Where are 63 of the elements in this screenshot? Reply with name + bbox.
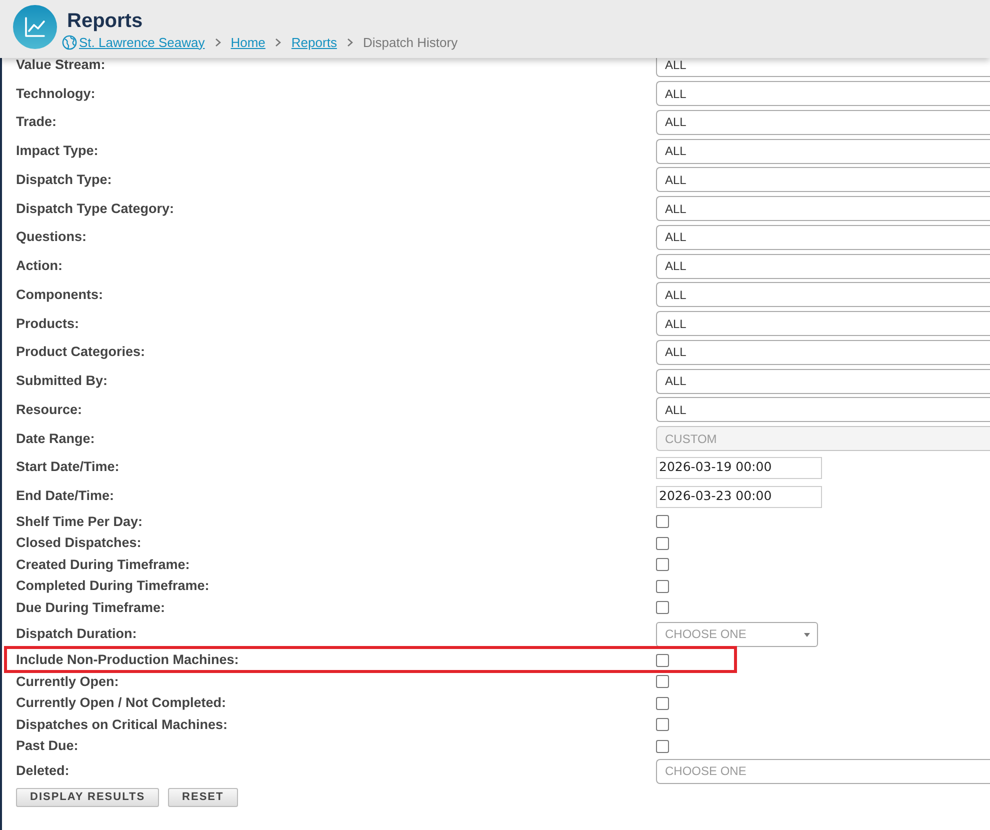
chevron-icon <box>214 38 221 46</box>
select-field[interactable]: ALL <box>656 311 990 336</box>
field-label: Date Range: <box>16 430 95 446</box>
chart-icon <box>13 5 57 49</box>
form-button[interactable]: RESET <box>168 788 238 807</box>
field-label: Dispatch Duration: <box>16 626 137 641</box>
field-label: Past Due: <box>16 738 78 754</box>
select-field[interactable]: ALL <box>656 167 990 192</box>
select-field[interactable]: ALL <box>656 254 990 279</box>
select-field[interactable]: ALL <box>656 110 990 135</box>
globe-icon <box>62 34 77 50</box>
field-label: Shelf Time Per Day: <box>16 514 143 529</box>
field-label: Submitted By: <box>16 373 108 388</box>
checkbox[interactable] <box>656 515 669 528</box>
field-label: Dispatch Type Category: <box>16 200 174 216</box>
form-button[interactable]: DISPLAY RESULTS <box>16 788 160 807</box>
field-label: Due During Timeframe: <box>16 600 166 615</box>
select-field[interactable]: ALL <box>656 397 990 422</box>
date-input[interactable]: 2026-03-23 00:00 <box>656 486 822 508</box>
checkbox[interactable] <box>656 536 669 550</box>
select-field[interactable]: ALL <box>656 340 990 365</box>
field-label: Include Non-Production Machines: <box>16 652 239 668</box>
field-label: Impact Type: <box>16 143 98 158</box>
field-label: Questions: <box>16 229 87 244</box>
field-label: End Date/Time: <box>16 488 114 504</box>
select-field[interactable]: ALL <box>656 58 990 78</box>
field-label: Technology: <box>16 86 96 101</box>
checkbox[interactable] <box>656 580 669 593</box>
field-label: Components: <box>16 286 103 302</box>
field-label: Currently Open: <box>16 674 119 689</box>
field-label: Product Categories: <box>16 344 146 360</box>
caret-icon <box>804 632 810 637</box>
select-field[interactable]: ALL <box>656 138 990 164</box>
chevron-icon <box>275 38 282 46</box>
checkbox[interactable] <box>656 654 669 667</box>
field-label: Trade: <box>16 114 57 130</box>
field-label: Currently Open / Not Completed: <box>16 695 226 710</box>
checkbox[interactable] <box>656 675 669 688</box>
checkbox[interactable] <box>656 718 669 732</box>
field-label: Completed During Timeframe: <box>16 578 210 594</box>
date-input[interactable]: 2026-03-19 00:00 <box>656 456 822 479</box>
checkbox[interactable] <box>656 696 669 710</box>
select-field[interactable]: ALL <box>656 368 990 394</box>
select-field[interactable]: ALL <box>656 282 990 308</box>
page-title: Reports <box>67 9 143 33</box>
breadcrumb-current: Dispatch History <box>362 34 458 50</box>
checkbox[interactable] <box>656 601 669 614</box>
select-field[interactable]: ALL <box>656 196 990 222</box>
field-label: Created During Timeframe: <box>16 556 190 572</box>
checkbox[interactable] <box>656 558 669 572</box>
field-label: Products: <box>16 316 80 331</box>
field-label: Dispatch Type: <box>16 172 112 187</box>
field-label: Value Stream: <box>16 58 106 72</box>
field-label: Closed Dispatches: <box>16 535 142 550</box>
field-label: Start Date/Time: <box>16 459 120 474</box>
chevron-icon <box>346 38 353 46</box>
field-label: Resource: <box>16 402 82 417</box>
select-field[interactable]: ALL <box>656 81 990 106</box>
checkbox[interactable] <box>656 740 669 753</box>
field-label: Deleted: <box>16 763 70 778</box>
select-field[interactable]: ALL <box>656 224 990 250</box>
field-label: Action: <box>16 258 62 274</box>
field-label: Dispatches on Critical Machines: <box>16 716 228 732</box>
